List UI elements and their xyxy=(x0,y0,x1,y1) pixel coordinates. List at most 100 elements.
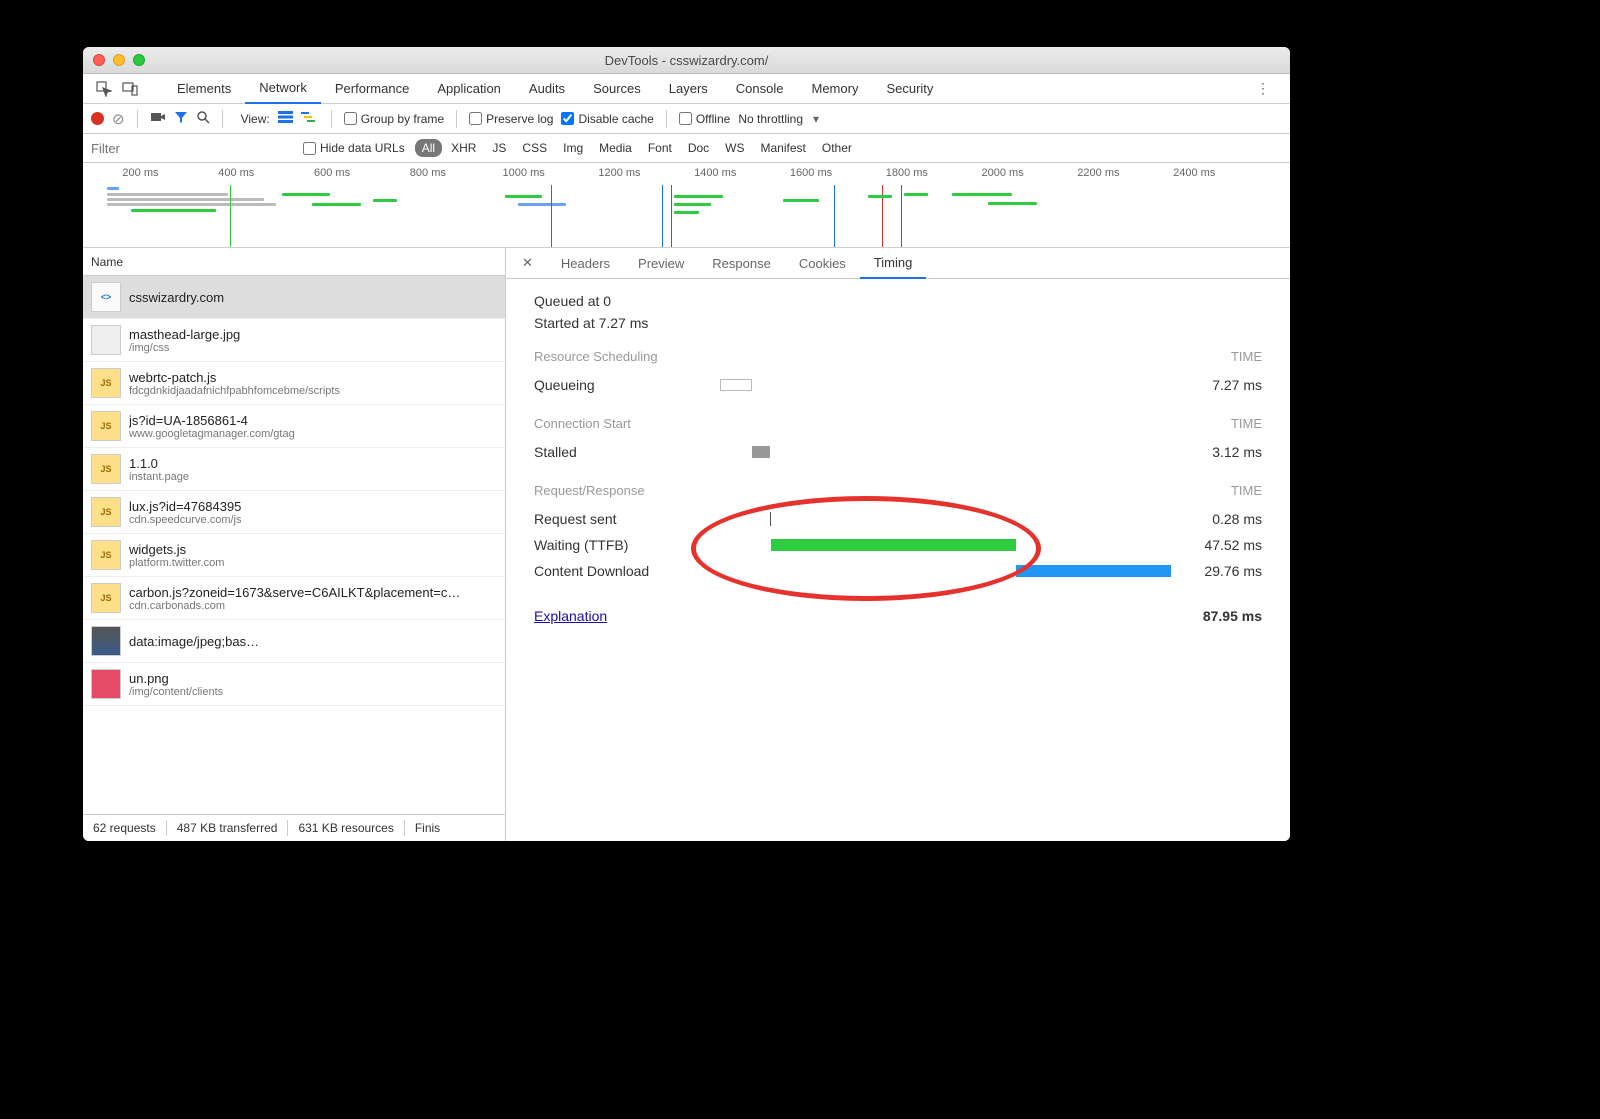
filter-type-img[interactable]: Img xyxy=(556,139,590,157)
filter-type-font[interactable]: Font xyxy=(641,139,679,157)
titlebar: DevTools - csswizardry.com/ xyxy=(83,47,1290,74)
overview-tick: 1400 ms xyxy=(694,167,736,179)
explanation-link[interactable]: Explanation xyxy=(534,608,607,624)
file-type-icon: JS xyxy=(91,497,121,527)
timing-section-title: Resource Scheduling xyxy=(534,349,658,364)
file-type-icon xyxy=(91,325,121,355)
timeline-overview[interactable]: 200 ms400 ms600 ms800 ms1000 ms1200 ms14… xyxy=(83,163,1290,248)
inspect-element-icon[interactable] xyxy=(91,76,117,102)
overview-tick: 200 ms xyxy=(122,167,158,179)
filter-type-css[interactable]: CSS xyxy=(515,139,554,157)
request-name: lux.js?id=47684395 xyxy=(129,499,242,514)
filter-input[interactable] xyxy=(91,141,291,156)
filter-toggle-icon[interactable] xyxy=(174,110,188,127)
record-icon[interactable] xyxy=(91,112,104,125)
tab-network[interactable]: Network xyxy=(245,74,321,104)
detail-tab-preview[interactable]: Preview xyxy=(624,248,698,279)
tab-elements[interactable]: Elements xyxy=(163,74,245,104)
requests-list[interactable]: <>csswizardry.commasthead-large.jpg/img/… xyxy=(83,276,505,814)
close-window-icon[interactable] xyxy=(93,54,105,66)
overview-tick: 1200 ms xyxy=(598,167,640,179)
tab-audits[interactable]: Audits xyxy=(515,74,579,104)
timing-value: 0.28 ms xyxy=(1174,511,1262,527)
detail-tab-timing[interactable]: Timing xyxy=(860,248,927,279)
timing-time-header: TIME xyxy=(1231,416,1262,431)
file-type-icon: JS xyxy=(91,454,121,484)
request-name: csswizardry.com xyxy=(129,290,224,305)
timing-row: Stalled3.12 ms xyxy=(534,439,1262,465)
request-row[interactable]: JS1.1.0instant.page xyxy=(83,448,505,491)
more-tabs-icon[interactable]: ⋮ xyxy=(1246,80,1282,97)
disable-cache-checkbox[interactable]: Disable cache xyxy=(561,112,653,126)
request-row[interactable]: JSjs?id=UA-1856861-4www.googletagmanager… xyxy=(83,405,505,448)
tab-layers[interactable]: Layers xyxy=(655,74,722,104)
filter-type-all[interactable]: All xyxy=(415,139,442,157)
request-row[interactable]: masthead-large.jpg/img/css xyxy=(83,319,505,362)
name-column-header[interactable]: Name xyxy=(83,248,505,276)
timing-value: 47.52 ms xyxy=(1174,537,1262,553)
clear-icon[interactable]: ⊘ xyxy=(112,110,125,128)
overview-tick: 1600 ms xyxy=(790,167,832,179)
tab-sources[interactable]: Sources xyxy=(579,74,655,104)
file-type-icon: JS xyxy=(91,411,121,441)
file-type-icon xyxy=(91,626,121,656)
timing-label: Request sent xyxy=(534,511,720,527)
zoom-window-icon[interactable] xyxy=(133,54,145,66)
tab-application[interactable]: Application xyxy=(423,74,515,104)
filter-bar: Hide data URLs AllXHRJSCSSImgMediaFontDo… xyxy=(83,134,1290,163)
request-name: js?id=UA-1856861-4 xyxy=(129,413,295,428)
tab-console[interactable]: Console xyxy=(722,74,798,104)
timing-row: Waiting (TTFB)47.52 ms xyxy=(534,532,1262,558)
minimize-window-icon[interactable] xyxy=(113,54,125,66)
screenshots-icon[interactable] xyxy=(150,111,166,126)
timing-total: 87.95 ms xyxy=(1203,608,1262,624)
chevron-down-icon[interactable]: ▾ xyxy=(813,112,819,126)
preserve-log-checkbox[interactable]: Preserve log xyxy=(469,112,553,126)
search-icon[interactable] xyxy=(196,110,210,127)
request-path: cdn.speedcurve.com/js xyxy=(129,514,242,526)
overview-tick: 600 ms xyxy=(314,167,350,179)
timing-bar xyxy=(770,512,771,526)
timing-time-header: TIME xyxy=(1231,349,1262,364)
status-requests: 62 requests xyxy=(83,821,166,835)
queued-at: Queued at 0 xyxy=(534,293,1262,309)
overview-tick: 1000 ms xyxy=(503,167,545,179)
close-detail-icon[interactable]: ✕ xyxy=(512,255,543,271)
timing-section-title: Request/Response xyxy=(534,483,645,498)
filter-type-media[interactable]: Media xyxy=(592,139,639,157)
waterfall-icon[interactable] xyxy=(301,111,319,126)
filter-type-js[interactable]: JS xyxy=(485,139,513,157)
request-row[interactable]: JS lux.js?id=47684395cdn.speedcurve.com/j… xyxy=(83,491,505,534)
hide-data-urls-checkbox[interactable]: Hide data URLs xyxy=(303,141,405,155)
offline-checkbox[interactable]: Offline xyxy=(679,112,730,126)
detail-tab-cookies[interactable]: Cookies xyxy=(785,248,860,279)
request-row[interactable]: data:image/jpeg;bas… xyxy=(83,620,505,663)
throttling-select[interactable]: No throttling xyxy=(738,112,803,126)
detail-tabs: ✕ HeadersPreviewResponseCookiesTiming xyxy=(506,248,1290,279)
request-name: carbon.js?zoneid=1673&serve=C6AILKT&plac… xyxy=(129,585,460,600)
tab-security[interactable]: Security xyxy=(872,74,947,104)
status-bar: 62 requests 487 KB transferred 631 KB re… xyxy=(83,814,505,841)
request-row[interactable]: JScarbon.js?zoneid=1673&serve=C6AILKT&pl… xyxy=(83,577,505,620)
detail-tab-headers[interactable]: Headers xyxy=(547,248,624,279)
timing-bar xyxy=(720,379,752,391)
group-by-frame-checkbox[interactable]: Group by frame xyxy=(344,112,444,126)
window-controls xyxy=(83,54,145,66)
tab-performance[interactable]: Performance xyxy=(321,74,423,104)
timing-value: 7.27 ms xyxy=(1174,377,1262,393)
tab-memory[interactable]: Memory xyxy=(798,74,873,104)
request-row[interactable]: JSwidgets.jsplatform.twitter.com xyxy=(83,534,505,577)
filter-type-ws[interactable]: WS xyxy=(718,139,751,157)
filter-type-xhr[interactable]: XHR xyxy=(444,139,483,157)
filter-type-manifest[interactable]: Manifest xyxy=(754,139,813,157)
filter-type-other[interactable]: Other xyxy=(815,139,859,157)
timing-label: Content Download xyxy=(534,563,720,579)
device-toolbar-icon[interactable] xyxy=(117,76,143,102)
request-row[interactable]: JSwebrtc-patch.jsfdcgdnkidjaadafnichfpab… xyxy=(83,362,505,405)
request-row[interactable]: <>csswizardry.com xyxy=(83,276,505,319)
detail-tab-response[interactable]: Response xyxy=(698,248,785,279)
request-row[interactable]: un.png/img/content/clients xyxy=(83,663,505,706)
status-transferred: 487 KB transferred xyxy=(167,821,288,835)
filter-type-doc[interactable]: Doc xyxy=(681,139,716,157)
large-rows-icon[interactable] xyxy=(278,111,293,126)
